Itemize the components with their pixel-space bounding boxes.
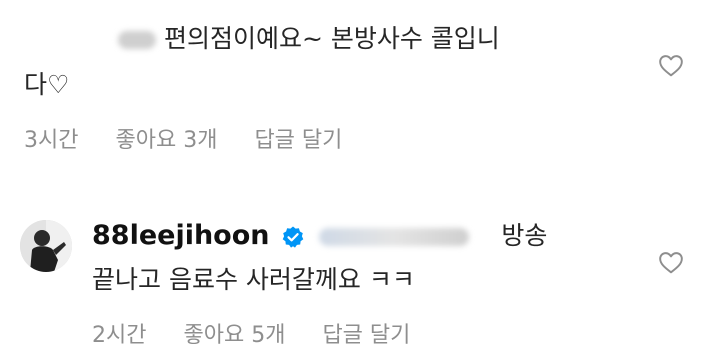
blurred-mention [118, 31, 156, 49]
avatar-photo [20, 220, 72, 272]
comment-meta: 2시간 좋아요 5개 답글 달기 [92, 317, 440, 349]
likes-count[interactable]: 좋아요 5개 [183, 323, 285, 348]
comment-text: 편의점이예요~ 본방사수 콜입니 [163, 24, 500, 53]
comment-text-line: 다♡ [24, 62, 69, 108]
username-link[interactable]: 88leejihoon [92, 220, 270, 251]
comment-item: 편의점이예요~ 본방사수 콜입니 다♡ 3시간 좋아요 3개 답글 달기 [0, 0, 720, 160]
reply-button[interactable]: 답글 달기 [254, 128, 342, 153]
comment-meta: 3시간 좋아요 3개 답글 달기 [24, 122, 372, 154]
heart-outline-icon[interactable] [658, 53, 684, 77]
comment-text-line: 88leejihoon 방송 [92, 213, 547, 259]
avatar[interactable] [20, 220, 72, 272]
verified-badge-icon [283, 226, 304, 248]
comment-time: 3시간 [24, 128, 79, 153]
comment-text: 방송 [501, 221, 548, 250]
reply-button[interactable]: 답글 달기 [322, 323, 410, 348]
comment-text: 다♡ [24, 70, 70, 99]
comment-text-line: 편의점이예요~ 본방사수 콜입니 [118, 16, 500, 62]
comment-item: 88leejihoon 방송 끝나고 음료수 사러갈께요 ㅋㅋ 2시간 좋아요 … [0, 195, 720, 362]
blurred-mention [319, 228, 470, 246]
comment-text-line: 끝나고 음료수 사러갈께요 ㅋㅋ [92, 257, 415, 303]
comment-time: 2시간 [92, 323, 147, 348]
heart-outline-icon[interactable] [658, 250, 684, 274]
likes-count[interactable]: 좋아요 3개 [115, 128, 217, 153]
comment-text: 끝나고 음료수 사러갈께요 ㅋㅋ [92, 265, 415, 294]
